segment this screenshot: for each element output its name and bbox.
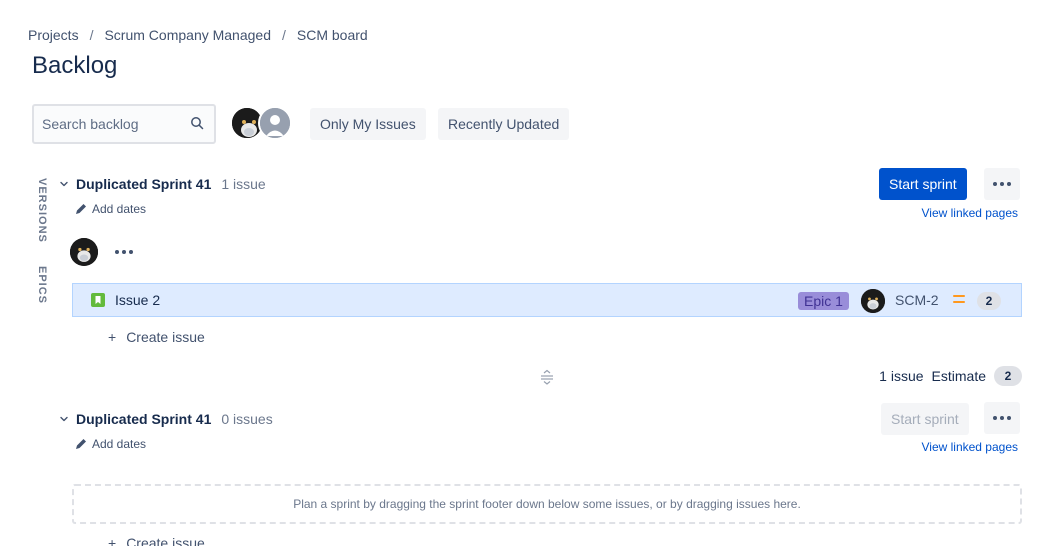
breadcrumb: Projects / Scrum Company Managed / SCM b… — [28, 27, 368, 43]
create-issue-button[interactable]: + Create issue — [108, 329, 205, 345]
sprint-assignee-avatar[interactable] — [70, 238, 98, 266]
create-issue-label: Create issue — [126, 329, 205, 345]
sprint-issue-count: 1 issue — [221, 176, 266, 192]
view-linked-pages-link[interactable]: View linked pages — [921, 206, 1018, 220]
breadcrumb-board[interactable]: SCM board — [297, 27, 368, 43]
epic-lozenge[interactable]: Epic 1 — [798, 292, 849, 310]
more-icon — [993, 416, 1011, 420]
issue-summary[interactable]: Issue 2 — [115, 292, 160, 308]
avatar-group — [230, 106, 292, 140]
sprint-more-button[interactable] — [984, 402, 1020, 434]
search-icon[interactable] — [190, 116, 204, 130]
sprint-more-button[interactable] — [984, 168, 1020, 200]
sprint-name[interactable]: Duplicated Sprint 41 — [76, 176, 211, 192]
plus-icon: + — [108, 535, 117, 546]
start-sprint-button[interactable]: Start sprint — [879, 168, 967, 200]
epics-panel-tab[interactable]: EPICS — [36, 266, 48, 304]
add-dates-button[interactable]: Add dates — [74, 437, 146, 451]
chevron-down-icon[interactable] — [58, 413, 70, 425]
empty-sprint-message: Plan a sprint by dragging the sprint foo… — [293, 497, 801, 511]
start-sprint-button-disabled: Start sprint — [881, 403, 969, 435]
more-icon — [993, 182, 1011, 186]
breadcrumb-projects[interactable]: Projects — [28, 27, 79, 43]
estimate-badge: 2 — [994, 366, 1022, 386]
story-icon — [91, 293, 105, 307]
add-dates-label: Add dates — [92, 437, 147, 451]
search-input[interactable] — [42, 116, 182, 132]
create-issue-label: Create issue — [126, 535, 205, 546]
pencil-icon — [76, 439, 86, 449]
unassigned-avatar[interactable] — [258, 106, 292, 140]
create-issue-button[interactable]: + Create issue — [108, 535, 205, 546]
assignee-filter-more-button[interactable] — [112, 244, 136, 260]
only-my-issues-button[interactable]: Only My Issues — [310, 108, 426, 140]
sprint-header: Duplicated Sprint 41 1 issue — [58, 176, 266, 192]
more-icon — [115, 250, 133, 254]
estimate-label: Estimate — [931, 368, 986, 384]
add-dates-button[interactable]: Add dates — [74, 202, 146, 216]
sprint-header: Duplicated Sprint 41 0 issues — [58, 411, 273, 427]
sprint-footer-summary: 1 issue Estimate 2 — [879, 366, 1022, 386]
empty-sprint-dropzone[interactable]: Plan a sprint by dragging the sprint foo… — [72, 484, 1022, 524]
sprint-footer-issue-count: 1 issue — [879, 368, 924, 384]
issue-key[interactable]: SCM-2 — [895, 292, 939, 308]
sprint-footer-drag-handle-icon[interactable] — [539, 369, 555, 385]
issue-assignee-avatar[interactable] — [861, 289, 885, 313]
plus-icon: + — [108, 329, 117, 345]
recently-updated-button[interactable]: Recently Updated — [438, 108, 570, 140]
search-box[interactable] — [32, 104, 216, 144]
add-dates-label: Add dates — [92, 202, 147, 216]
pencil-icon — [76, 204, 86, 214]
priority-medium-icon — [953, 295, 965, 303]
page-title: Backlog — [32, 52, 118, 79]
versions-panel-tab[interactable]: VERSIONS — [36, 178, 48, 243]
chevron-down-icon[interactable] — [58, 178, 70, 190]
story-points-badge[interactable]: 2 — [977, 292, 1001, 310]
view-linked-pages-link[interactable]: View linked pages — [921, 440, 1018, 454]
sprint-name[interactable]: Duplicated Sprint 41 — [76, 411, 211, 427]
breadcrumb-project[interactable]: Scrum Company Managed — [104, 27, 271, 43]
breadcrumb-separator: / — [89, 27, 94, 43]
issue-row[interactable]: Issue 2 Epic 1 SCM-2 2 — [72, 283, 1022, 317]
sprint-issue-count: 0 issues — [221, 411, 273, 427]
breadcrumb-separator: / — [282, 27, 286, 43]
